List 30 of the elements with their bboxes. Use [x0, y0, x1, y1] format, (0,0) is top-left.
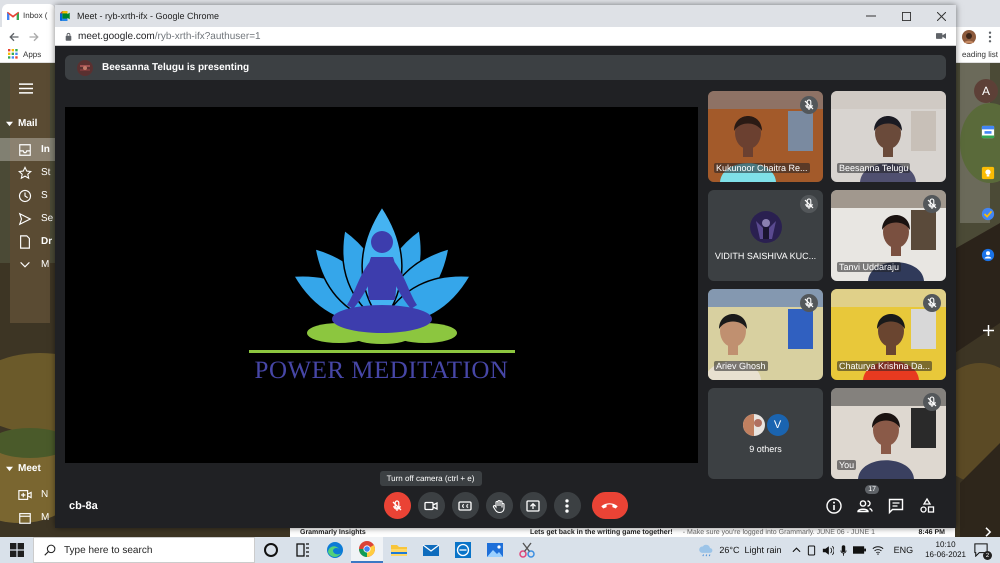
kebab-menu-icon[interactable]	[988, 30, 992, 42]
meet-logo-icon	[60, 11, 72, 21]
search-field[interactable]: Type here to search	[33, 537, 255, 563]
camera-icon[interactable]	[936, 32, 946, 40]
url-path[interactable]: /ryb-xrth-ifx?authuser=1	[154, 30, 261, 42]
url-host[interactable]: meet.google.com	[78, 30, 155, 42]
search-input[interactable]: Type here to search	[64, 544, 244, 556]
bookmark-link[interactable]: Apps	[8, 49, 42, 59]
reading-list-link[interactable]: eading list	[962, 50, 998, 58]
lock-icon	[65, 32, 72, 40]
microphone-icon[interactable]	[840, 544, 847, 556]
language-indicator[interactable]: ENG	[894, 545, 914, 555]
temperature[interactable]: 26°C	[719, 545, 740, 555]
back-icon[interactable]	[8, 30, 20, 42]
gmail-icon	[7, 11, 19, 20]
wifi-icon[interactable]	[872, 545, 884, 555]
weather-text[interactable]: Light rain	[744, 545, 782, 555]
search-icon	[44, 544, 56, 556]
window-title: Meet - ryb-xrth-ifx - Google Chrome	[77, 11, 220, 21]
tab-title: Inbox (	[23, 11, 48, 20]
speaker-icon[interactable]	[822, 544, 834, 556]
tablet-icon[interactable]	[806, 544, 816, 556]
battery-icon[interactable]	[852, 546, 866, 554]
apps-grid-icon	[8, 49, 18, 59]
speech-bubble-icon	[974, 543, 988, 557]
clock-date[interactable]: 16-06-2021	[925, 550, 966, 560]
clock-time[interactable]: 10:10	[936, 540, 956, 550]
chrome-icon[interactable]	[351, 537, 383, 563]
browser-tab[interactable]: Inbox (	[2, 4, 55, 27]
chevron-up-icon[interactable]	[792, 547, 801, 553]
